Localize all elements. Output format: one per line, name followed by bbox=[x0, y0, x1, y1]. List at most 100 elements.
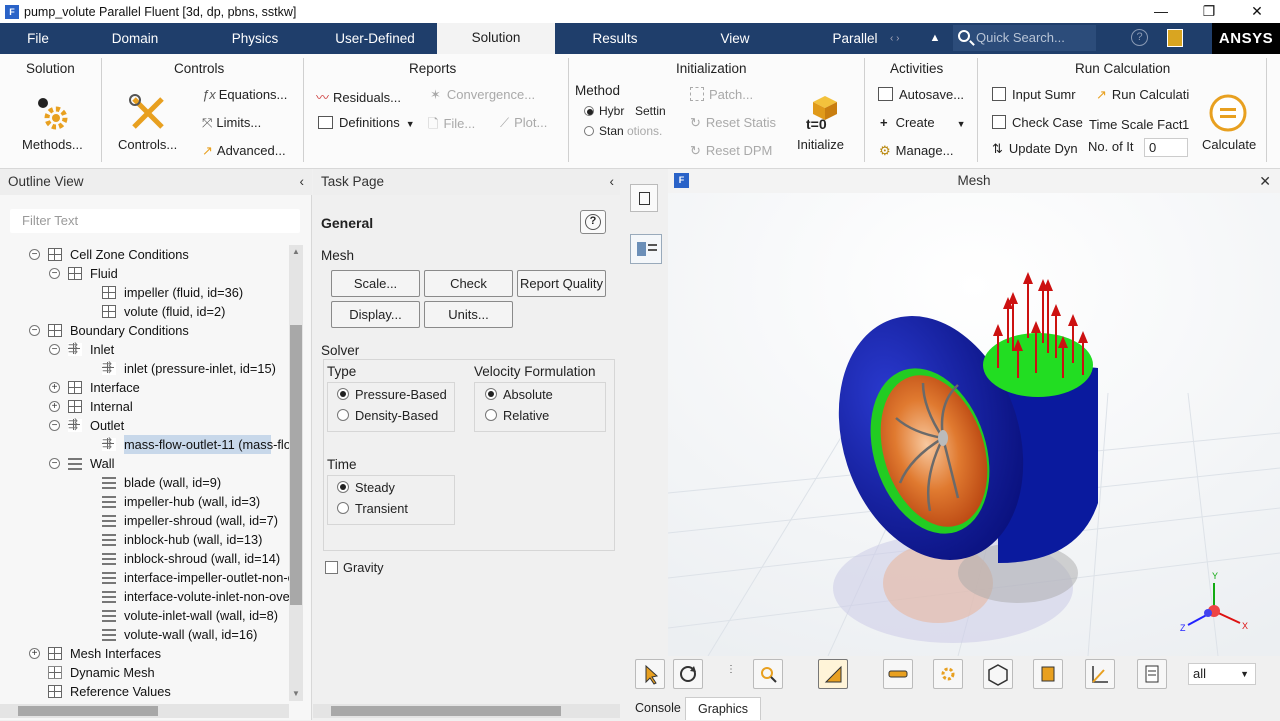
expand-icon[interactable]: + bbox=[49, 401, 60, 412]
autosave-button[interactable]: Autosave... bbox=[878, 87, 964, 102]
methods-button[interactable]: Methods... bbox=[22, 137, 83, 152]
pressure-based-radio[interactable] bbox=[337, 388, 349, 400]
tree-item[interactable]: inblock-hub (wall, id=13) bbox=[124, 530, 271, 549]
scale-button[interactable]: Scale... bbox=[331, 270, 420, 297]
help-button[interactable]: ? bbox=[580, 210, 606, 234]
close-window-button[interactable]: ✕ bbox=[1234, 0, 1280, 23]
task-hscroll-thumb[interactable] bbox=[331, 706, 561, 716]
tab-solution[interactable]: Solution bbox=[437, 23, 555, 55]
tree-item[interactable]: impeller-shroud (wall, id=7) bbox=[124, 511, 278, 530]
manage-button[interactable]: ⚙ Manage... bbox=[879, 143, 953, 159]
quick-search-input[interactable]: Quick Search... bbox=[953, 25, 1096, 51]
gravity-checkbox[interactable] bbox=[325, 561, 338, 574]
expand-icon[interactable]: + bbox=[49, 382, 60, 393]
collapse-task-icon[interactable]: ‹ bbox=[610, 169, 615, 195]
number-of-iterations-input[interactable]: 0 bbox=[1144, 138, 1188, 157]
reset-statistics-button[interactable]: ↻ Reset Statis bbox=[690, 115, 776, 131]
copy-icon[interactable] bbox=[630, 184, 658, 212]
tree-item[interactable]: impeller-hub (wall, id=3) bbox=[124, 492, 271, 511]
outline-horizontal-scrollbar[interactable] bbox=[0, 704, 289, 718]
tab-scroll-arrows[interactable]: ‹ › bbox=[890, 23, 920, 54]
collapse-icon[interactable]: − bbox=[49, 268, 60, 279]
collapse-icon[interactable]: − bbox=[29, 249, 40, 260]
patch-button[interactable]: Patch... bbox=[690, 87, 753, 102]
tree-item[interactable]: Internal bbox=[90, 397, 271, 416]
tree-item[interactable]: Dynamic Mesh bbox=[70, 663, 271, 682]
tab-console[interactable]: Console bbox=[623, 697, 693, 720]
notes-button[interactable] bbox=[1137, 659, 1167, 689]
tree-item[interactable]: impeller (fluid, id=36) bbox=[124, 283, 271, 302]
close-graphics-icon[interactable]: ✕ bbox=[1259, 169, 1271, 193]
filter-text-input[interactable]: Filter Text bbox=[10, 209, 300, 233]
collapse-icon[interactable]: − bbox=[49, 344, 60, 355]
collapse-panel-icon[interactable]: ‹ bbox=[300, 169, 305, 195]
outline-vertical-scrollbar[interactable]: ▲ ▼ bbox=[289, 245, 303, 701]
tree-item[interactable]: Wall bbox=[90, 454, 271, 473]
task-horizontal-scrollbar[interactable] bbox=[313, 704, 620, 718]
tab-user-defined[interactable]: User-Defined bbox=[325, 23, 425, 54]
create-dropdown[interactable]: + Create ▼ bbox=[880, 115, 966, 130]
collapse-icon[interactable]: − bbox=[29, 325, 40, 336]
collapse-icon[interactable]: − bbox=[49, 420, 60, 431]
init-settings-button[interactable]: Settin bbox=[635, 104, 666, 118]
tree-item[interactable]: blade (wall, id=9) bbox=[124, 473, 271, 492]
tree-item[interactable]: interface-impeller-outlet-non-o bbox=[124, 568, 295, 587]
ruler-tool-button[interactable] bbox=[883, 659, 913, 689]
tree-item[interactable]: Outlet bbox=[90, 416, 271, 435]
tree-item[interactable]: Reference Values bbox=[70, 682, 271, 701]
isometric-view-button[interactable] bbox=[983, 659, 1013, 689]
init-options-button[interactable]: otions. bbox=[627, 124, 662, 138]
tab-physics[interactable]: Physics bbox=[218, 23, 292, 54]
equations-button[interactable]: ƒx Equations... bbox=[202, 87, 287, 102]
tree-item[interactable]: interface-volute-inlet-non-overl bbox=[124, 587, 297, 606]
help-icon[interactable]: ? bbox=[1131, 29, 1148, 46]
reset-dpm-button[interactable]: ↻ Reset DPM bbox=[690, 143, 772, 159]
maximize-button[interactable]: ❐ bbox=[1186, 0, 1232, 23]
tree-item[interactable]: volute-wall (wall, id=16) bbox=[124, 625, 271, 644]
toolbar-overflow-arrow[interactable]: ⋮ bbox=[726, 664, 736, 675]
tree-item[interactable]: mass-flow-outlet-11 (mass-flov bbox=[124, 435, 297, 454]
check-case-button[interactable]: Check Case bbox=[992, 115, 1083, 130]
view-select-dropdown[interactable]: all ▼ bbox=[1188, 663, 1256, 685]
tree-item[interactable]: Fluid bbox=[90, 264, 271, 283]
standard-init-radio[interactable] bbox=[584, 126, 594, 136]
controls-button[interactable]: Controls... bbox=[118, 137, 177, 152]
steady-radio[interactable] bbox=[337, 481, 349, 493]
panel-layout-icon[interactable] bbox=[630, 234, 662, 264]
collapse-icon[interactable]: − bbox=[49, 458, 60, 469]
tab-file[interactable]: File bbox=[0, 23, 76, 54]
definitions-dropdown[interactable]: Definitions ▼ bbox=[318, 115, 415, 130]
tree-item[interactable]: volute (fluid, id=2) bbox=[124, 302, 271, 321]
limits-button[interactable]: ⤧ Limits... bbox=[202, 115, 261, 131]
calculate-button[interactable]: Calculate bbox=[1202, 137, 1256, 152]
convergence-button[interactable]: ✶ Convergence... bbox=[430, 87, 535, 103]
advanced-button[interactable]: ↗ Advanced... bbox=[202, 143, 286, 159]
tree-item[interactable]: Inlet bbox=[90, 340, 271, 359]
outline-scroll-thumb[interactable] bbox=[290, 325, 302, 605]
tab-graphics[interactable]: Graphics bbox=[685, 697, 762, 720]
tab-results[interactable]: Results bbox=[578, 23, 652, 54]
relative-radio[interactable] bbox=[485, 409, 497, 421]
pointer-tool-button[interactable] bbox=[635, 659, 665, 689]
tree-item[interactable]: inblock-shroud (wall, id=14) bbox=[124, 549, 280, 568]
tree-item[interactable]: Cell Zone Conditions bbox=[70, 245, 271, 264]
residuals-button[interactable]: 〰 Residuals... bbox=[316, 87, 401, 106]
tree-item[interactable]: inlet (pressure-inlet, id=15) bbox=[124, 359, 276, 378]
tree-item[interactable]: volute-inlet-wall (wall, id=8) bbox=[124, 606, 278, 625]
display-button[interactable]: Display... bbox=[331, 301, 420, 328]
density-based-radio[interactable] bbox=[337, 409, 349, 421]
report-quality-button[interactable]: Report Quality bbox=[517, 270, 606, 297]
documentation-icon[interactable] bbox=[1167, 29, 1183, 47]
outline-hscroll-thumb[interactable] bbox=[18, 706, 158, 716]
mesh-3d-scene[interactable]: Y Z X bbox=[668, 193, 1280, 656]
hybrid-init-radio[interactable] bbox=[584, 106, 594, 116]
rotate-tool-button[interactable] bbox=[673, 659, 703, 689]
tree-item[interactable]: Mesh Interfaces bbox=[70, 644, 271, 663]
update-dynamic-mesh-button[interactable]: ⇅ Update Dyn bbox=[992, 141, 1078, 157]
axes-button[interactable] bbox=[1085, 659, 1115, 689]
minimize-button[interactable]: — bbox=[1138, 0, 1184, 23]
collapse-ribbon-icon[interactable]: ▲ bbox=[922, 23, 948, 54]
initialize-button[interactable]: Initialize bbox=[797, 137, 844, 152]
tab-parallel[interactable]: Parallel bbox=[820, 23, 890, 54]
run-calculation-button[interactable]: ↗ Run Calculati bbox=[1096, 87, 1189, 103]
